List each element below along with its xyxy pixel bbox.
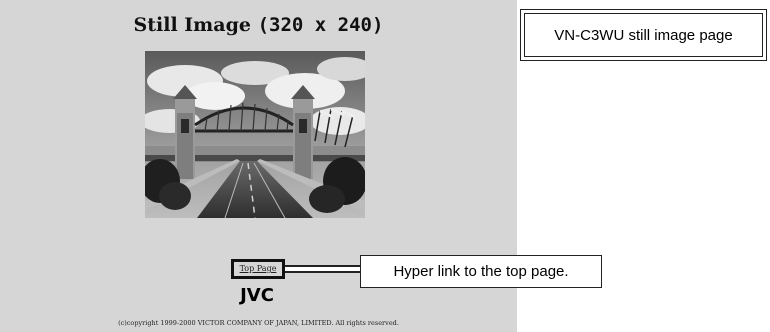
top-page-link[interactable]: Top Page: [231, 259, 285, 279]
page-title-size: (320 x 240): [257, 14, 384, 36]
bridge-photo: [145, 51, 365, 218]
page-label-text: VN-C3WU still image page: [524, 13, 763, 57]
page-title: Still Image (320 x 240): [0, 14, 517, 36]
still-image: [145, 51, 365, 218]
page-label-callout: VN-C3WU still image page: [520, 9, 767, 61]
copyright-text: (c)copyright 1999-2000 VICTOR COMPANY OF…: [118, 319, 399, 327]
link-label-callout: Hyper link to the top page.: [360, 255, 602, 288]
callout-connector: [285, 265, 361, 273]
page-title-text: Still Image: [133, 14, 251, 36]
jvc-logo: JVC: [240, 285, 274, 306]
